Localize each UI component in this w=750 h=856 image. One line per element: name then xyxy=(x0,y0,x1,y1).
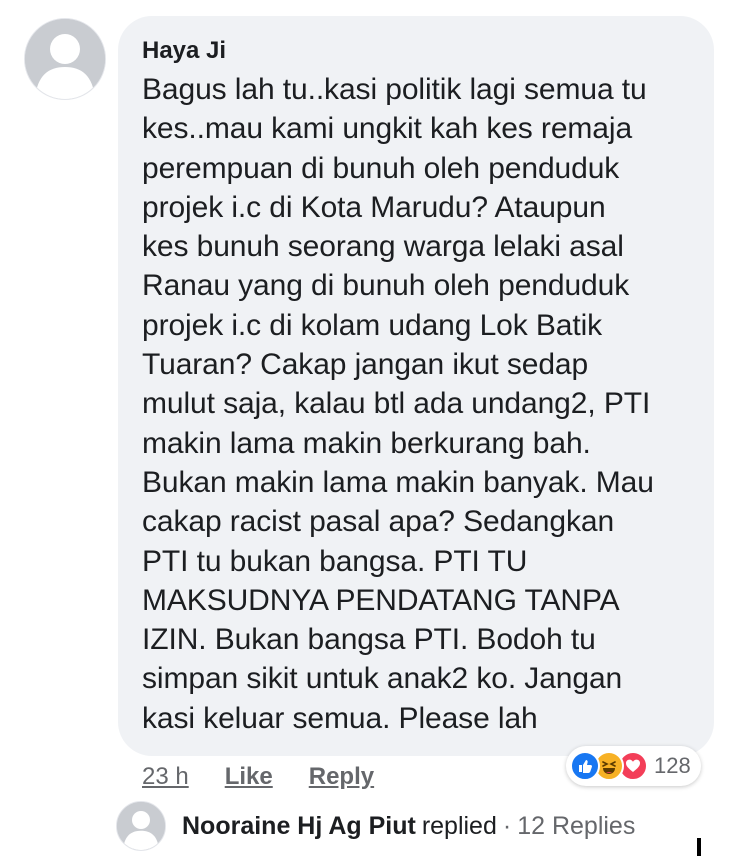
reply-button[interactable]: Reply xyxy=(309,763,374,791)
like-button[interactable]: Like xyxy=(225,763,273,791)
reaction-summary[interactable]: 128 xyxy=(566,746,701,786)
comment-text: Bagus lah tu..kasi politik lagi semua tu… xyxy=(142,73,654,735)
comment-timestamp[interactable]: 23 h xyxy=(142,763,189,791)
text-cursor-mark xyxy=(697,838,701,856)
replied-label: replied xyxy=(421,811,497,840)
commenter-avatar[interactable] xyxy=(24,18,106,100)
like-reaction-icon xyxy=(570,751,600,781)
comment-bubble: Haya Ji Bagus lah tu..kasi politik lagi … xyxy=(118,16,714,756)
reply-count-link[interactable]: 12 Replies xyxy=(517,812,635,841)
default-user-avatar-icon xyxy=(25,19,105,99)
replier-name[interactable]: Nooraine Hj Ag Piut xyxy=(182,812,416,841)
reaction-count: 128 xyxy=(654,753,691,778)
default-user-avatar-icon xyxy=(117,802,165,850)
comment-author[interactable]: Haya Ji xyxy=(142,36,690,66)
comment-thread: Haya Ji Bagus lah tu..kasi politik lagi … xyxy=(0,0,750,856)
replies-summary[interactable]: Nooraine Hj Ag Piut replied · 12 Replies xyxy=(116,800,635,852)
replier-avatar xyxy=(116,801,166,851)
reply-separator: · xyxy=(502,811,512,840)
comment-actions: 23 h Like Reply xyxy=(142,760,410,794)
